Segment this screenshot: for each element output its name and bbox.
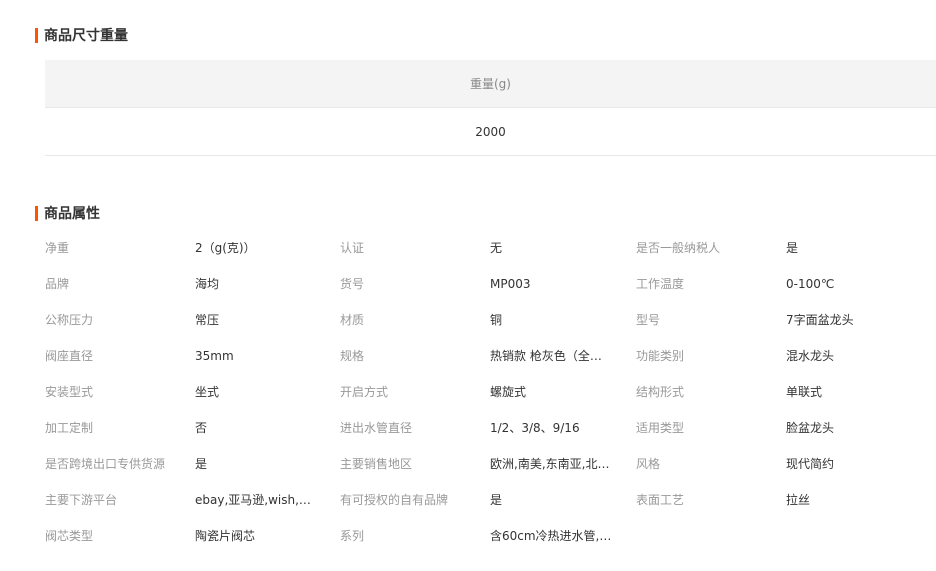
attribute-label: 公称压力	[45, 313, 94, 327]
attribute-label: 开启方式	[340, 385, 389, 399]
attribute-value: 含60cm冷热进水管,…	[490, 529, 612, 543]
attribute-row: 阀座直径 35mm 规格 热销款 枪灰色（全铝… 功能类别 混水龙头	[45, 338, 936, 374]
attribute-label: 安装型式	[45, 385, 94, 399]
attribute-row: 品牌 海均 货号 MP003 工作温度 0-100℃	[45, 266, 936, 302]
attribute-value: 现代简约	[786, 457, 835, 471]
attribute-value: 海均	[195, 277, 220, 291]
attribute-value: 7字面盆龙头	[786, 313, 854, 327]
attributes-title-text: 商品属性	[44, 206, 100, 222]
attribute-row: 净重 2（g(克)） 认证 无 是否一般纳税人 是	[45, 230, 936, 266]
attribute-value: 常压	[195, 313, 220, 327]
attribute-label: 是否跨境出口专供货源	[45, 457, 166, 471]
attribute-value: 1/2、3/8、9/16	[490, 421, 580, 435]
attribute-label: 加工定制	[45, 421, 94, 435]
attribute-value: 0-100℃	[786, 277, 835, 291]
attribute-value: 是	[195, 457, 208, 471]
attribute-row: 是否跨境出口专供货源 是 主要销售地区 欧洲,南美,东南亚,北… 风格 现代简约	[45, 446, 936, 482]
attribute-label: 规格	[340, 349, 365, 363]
weight-value-cell: 2000	[45, 108, 936, 156]
section-accent-bar	[35, 205, 38, 221]
attribute-label: 货号	[340, 277, 365, 291]
attribute-label: 有可授权的自有品牌	[340, 493, 449, 507]
attribute-value: 混水龙头	[786, 349, 835, 363]
attribute-value: MP003	[490, 277, 531, 291]
attribute-label: 系列	[340, 529, 365, 543]
attribute-value: 是	[490, 493, 503, 507]
attribute-value: 拉丝	[786, 493, 811, 507]
attribute-value: 2（g(克)）	[195, 241, 256, 255]
attribute-label: 风格	[636, 457, 661, 471]
attribute-row: 主要下游平台 ebay,亚马逊,wish,速… 有可授权的自有品牌 是 表面工艺 拉丝	[45, 482, 936, 518]
attributes-section-title: 商品属性	[35, 204, 100, 222]
attribute-label: 认证	[340, 241, 365, 255]
size-weight-section-title: 商品尺寸重量	[35, 26, 128, 44]
attributes-grid: 净重 2（g(克)） 认证无是否一般纳税人是品牌 海均 货号 MP003 工作温度 0-100…	[45, 230, 936, 554]
attribute-value: 铜	[490, 313, 503, 327]
attribute-label: 材质	[340, 313, 365, 327]
attribute-value: 无	[490, 241, 503, 255]
attribute-value: 陶瓷片阀芯	[195, 529, 256, 543]
attribute-label: 阀座直径	[45, 349, 94, 363]
weight-column-header: 重量(g)	[45, 60, 936, 108]
attribute-label: 品牌	[45, 277, 70, 291]
attribute-value: 热销款 枪灰色（全铝…	[490, 349, 612, 363]
attribute-label: 结构形式	[636, 385, 685, 399]
attribute-value: 单联式	[786, 385, 823, 399]
size-weight-title-text: 商品尺寸重量	[44, 28, 128, 44]
section-accent-bar	[35, 27, 38, 43]
attribute-row: 安装型式 坐式 开启方式 螺旋式 结构形式 单联式	[45, 374, 936, 410]
attribute-value: 35mm	[195, 349, 234, 363]
attribute-value: 欧洲,南美,东南亚,北…	[490, 457, 610, 471]
attribute-label: 型号	[636, 313, 661, 327]
attribute-row: 阀芯类型 陶瓷片阀芯 系列 含60cm冷热进水管,…	[45, 518, 936, 554]
attribute-label: 主要下游平台	[45, 493, 118, 507]
size-weight-table: 重量(g) 2000	[45, 60, 936, 156]
attribute-label: 表面工艺	[636, 493, 685, 507]
attribute-label: 主要销售地区	[340, 457, 413, 471]
attribute-value: 否	[195, 421, 208, 435]
attribute-label: 工作温度	[636, 277, 685, 291]
attribute-row: 公称压力 常压 材质 铜 型号 7字面盆龙头	[45, 302, 936, 338]
attribute-row: 加工定制 否 进出水管直径 1/2、3/8、9/16 适用类型 脸盆龙头	[45, 410, 936, 446]
attribute-label: 功能类别	[636, 349, 685, 363]
attribute-label: 净重	[45, 241, 70, 255]
attribute-value: 是	[786, 241, 799, 255]
attribute-value: 螺旋式	[490, 385, 527, 399]
attribute-value: 脸盆龙头	[786, 421, 835, 435]
attribute-label: 进出水管直径	[340, 421, 413, 435]
attribute-label: 是否一般纳税人	[636, 241, 721, 255]
attribute-label: 阀芯类型	[45, 529, 94, 543]
attribute-value: ebay,亚马逊,wish,速…	[195, 493, 317, 507]
attribute-value: 坐式	[195, 385, 220, 399]
attribute-label: 适用类型	[636, 421, 685, 435]
